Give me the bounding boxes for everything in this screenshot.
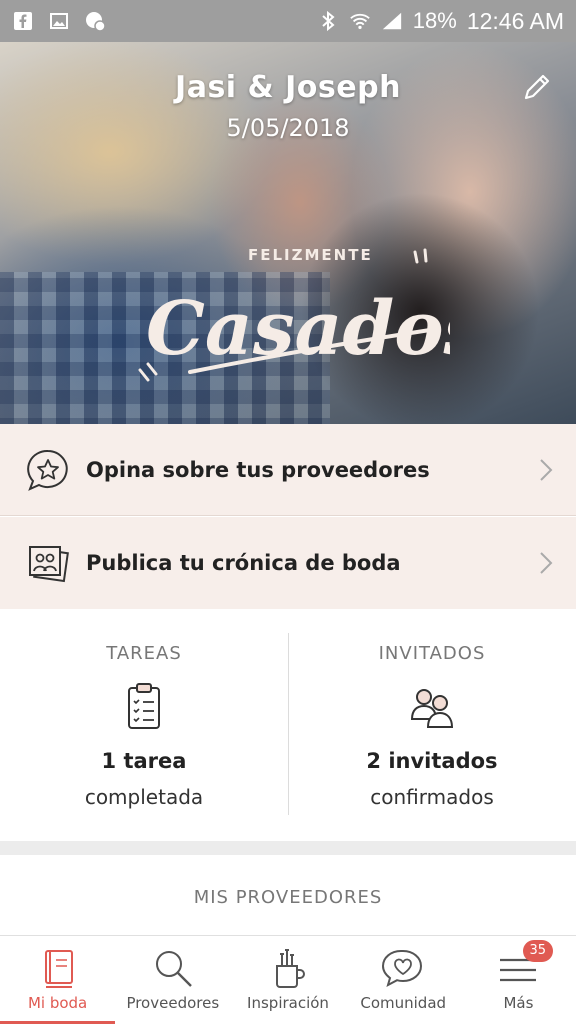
tasks-status: completada bbox=[84, 785, 204, 809]
wifi-icon bbox=[349, 10, 371, 32]
publish-chronicle-label: Publica tu crónica de boda bbox=[86, 551, 401, 575]
brushes-icon bbox=[276, 949, 305, 988]
nav-mi-boda[interactable]: Mi boda bbox=[0, 936, 116, 1024]
cover-photo[interactable]: Jasi & Joseph 5/05/2018 FELIZMENTE Casad… bbox=[0, 42, 576, 424]
bottom-nav: Mi boda Proveedores Inspiración Comunida… bbox=[0, 935, 576, 1024]
tasks-card[interactable]: TAREAS 1 tarea completada bbox=[0, 609, 288, 841]
facebook-icon bbox=[12, 10, 34, 32]
book-icon bbox=[44, 950, 73, 988]
search-icon bbox=[155, 951, 192, 987]
providers-title: MIS PROVEEDORES bbox=[193, 887, 383, 908]
guests-title: INVITADOS bbox=[378, 643, 486, 664]
nav-mas-label: Más bbox=[503, 994, 534, 1012]
nav-proveedores[interactable]: Proveedores bbox=[115, 936, 230, 1024]
tasks-title: TAREAS bbox=[106, 643, 182, 664]
bluetooth-icon bbox=[317, 10, 339, 32]
battery-level: 18% bbox=[412, 8, 457, 33]
chevron-right-icon bbox=[540, 552, 553, 574]
nav-inspiracion[interactable]: Inspiración bbox=[230, 936, 345, 1024]
guests-card[interactable]: INVITADOS 2 invitados confirmados bbox=[288, 609, 576, 841]
edit-pencil-icon[interactable] bbox=[520, 70, 554, 104]
signal-icon bbox=[381, 10, 403, 32]
review-providers-row[interactable]: Opina sobre tus proveedores bbox=[0, 424, 576, 516]
wedding-date: 5/05/2018 bbox=[226, 114, 350, 142]
review-providers-label: Opina sobre tus proveedores bbox=[86, 457, 430, 482]
section-gap bbox=[0, 841, 576, 855]
status-bar: 18% 12:46 AM bbox=[0, 0, 576, 42]
guests-status: confirmados bbox=[370, 785, 494, 809]
stamp-big-text: Casados bbox=[146, 286, 450, 372]
nav-comunidad[interactable]: Comunidad bbox=[346, 936, 461, 1024]
messenger-icon bbox=[84, 10, 106, 32]
star-chat-icon bbox=[27, 449, 68, 491]
stats-panel: TAREAS 1 tarea completada INVITADOS 2 in… bbox=[0, 609, 576, 841]
heart-chat-icon bbox=[382, 950, 423, 987]
nav-proveedores-label: Proveedores bbox=[126, 994, 220, 1012]
chevron-right-icon bbox=[540, 459, 553, 481]
clipboard-icon bbox=[128, 683, 160, 729]
nav-mi-boda-label: Mi boda bbox=[27, 994, 88, 1012]
nav-inspiracion-label: Inspiración bbox=[247, 994, 329, 1012]
clock: 12:46 AM bbox=[466, 7, 564, 34]
tasks-count: 1 tarea bbox=[101, 749, 187, 773]
couple-names: Jasi & Joseph bbox=[175, 70, 401, 105]
photos-icon bbox=[29, 546, 69, 583]
guests-icon bbox=[410, 689, 454, 728]
notification-badge: 35 bbox=[522, 940, 553, 962]
casados-stamp: FELIZMENTE Casados bbox=[138, 246, 450, 382]
nav-mas[interactable]: 35 Más bbox=[461, 936, 576, 1024]
gallery-icon bbox=[48, 10, 70, 32]
providers-section: MIS PROVEEDORES bbox=[0, 855, 576, 935]
nav-comunidad-label: Comunidad bbox=[360, 994, 447, 1012]
publish-chronicle-row[interactable]: Publica tu crónica de boda bbox=[0, 517, 576, 609]
guests-count: 2 invitados bbox=[366, 749, 498, 773]
stamp-small-text: FELIZMENTE bbox=[248, 246, 373, 264]
